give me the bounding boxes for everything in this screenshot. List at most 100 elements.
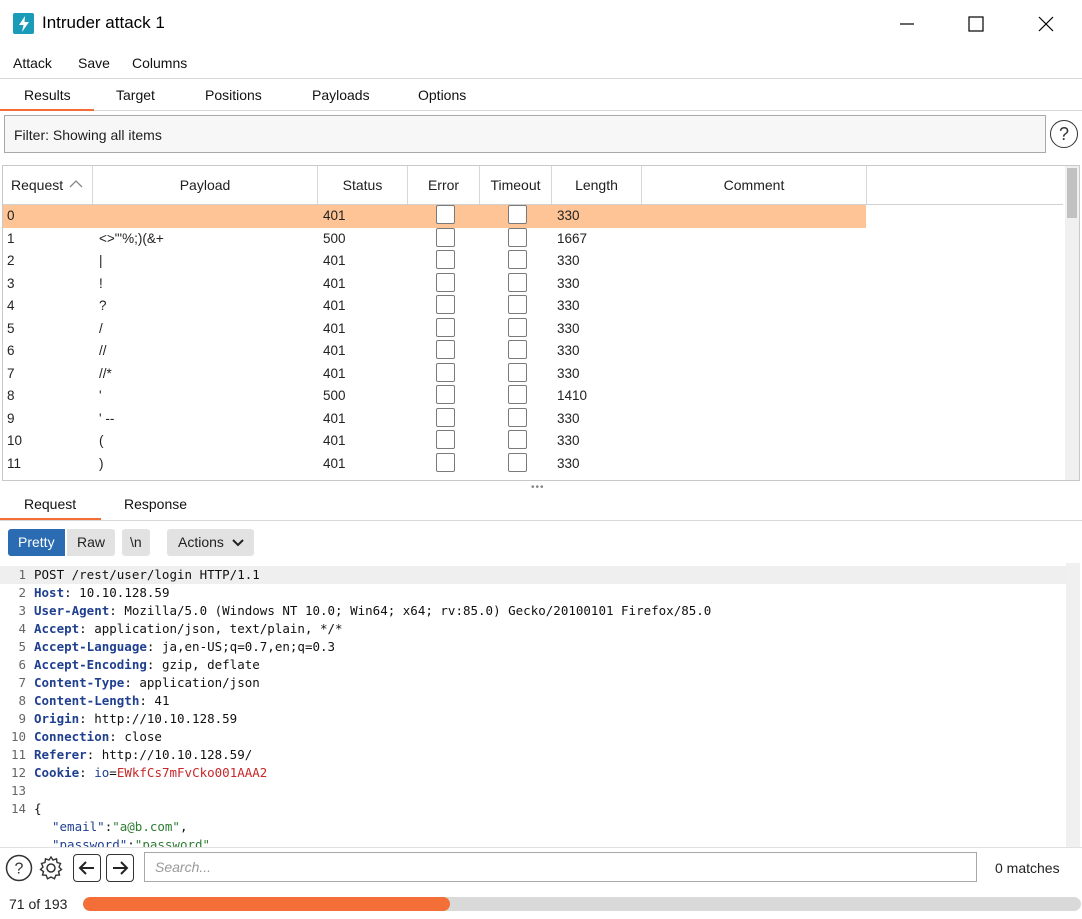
column-header-payload[interactable]: Payload xyxy=(93,166,318,204)
tab-response[interactable]: Response xyxy=(124,496,187,512)
column-header-length[interactable]: Length xyxy=(552,166,642,204)
column-header-request[interactable]: Request xyxy=(3,166,93,204)
tab-payloads[interactable]: Payloads xyxy=(312,87,370,103)
header-line: Content-Type: application/json xyxy=(34,675,260,690)
cell-payload: | xyxy=(99,253,103,268)
table-header: Request Payload Status Error Timeout Len… xyxy=(3,166,1063,205)
menu-columns[interactable]: Columns xyxy=(132,55,187,71)
header-line: Origin: http://10.10.128.59 xyxy=(34,711,238,726)
column-header-comment[interactable]: Comment xyxy=(642,166,867,204)
cell-length: 1667 xyxy=(557,230,588,246)
minimize-button[interactable] xyxy=(884,0,930,48)
table-scrollbar-thumb[interactable] xyxy=(1067,168,1077,218)
column-header-error[interactable]: Error xyxy=(408,166,480,204)
table-row[interactable]: 5 / 401 330 xyxy=(3,317,866,341)
table-row[interactable]: 11) 401 330 xyxy=(3,452,866,476)
table-scrollbar[interactable] xyxy=(1065,166,1079,480)
gear-icon[interactable] xyxy=(37,854,65,882)
attack-tabs: Results Target Positions Payloads Option… xyxy=(0,78,1082,111)
pretty-button[interactable]: Pretty xyxy=(8,529,65,556)
actions-label: Actions xyxy=(178,534,224,550)
editor-toolbar: Pretty Raw \n Actions xyxy=(0,521,1082,563)
table-row[interactable]: 9 ' -- 401 330 xyxy=(3,407,866,431)
next-match-button[interactable] xyxy=(106,854,134,882)
request-editor[interactable]: 1 POST /rest/user/login HTTP/1.1 2 Host: … xyxy=(0,563,1082,847)
column-header-timeout[interactable]: Timeout xyxy=(480,166,552,204)
editor-line: 11 Referer: http://10.10.128.59/ xyxy=(10,747,253,762)
header-name: Content-Type xyxy=(34,675,125,690)
search-input-box[interactable] xyxy=(144,852,977,882)
cell-status: 401 xyxy=(323,365,346,381)
column-header-status[interactable]: Status xyxy=(318,166,408,204)
raw-button[interactable]: Raw xyxy=(67,529,116,556)
editor-line: 12 Cookie: io=EWkfCs7mFvCko001AAA2 xyxy=(10,765,268,780)
editor-line: 1 POST /rest/user/login HTTP/1.1 xyxy=(0,566,1070,584)
editor-line: 4 Accept: application/json, text/plain, *… xyxy=(18,621,343,636)
table-row[interactable]: 8 ' 500 1410 xyxy=(3,385,866,408)
progress-text: 71 of 193 xyxy=(9,896,68,912)
checkbox-error xyxy=(436,272,455,292)
cell-request: 1 xyxy=(7,230,15,246)
editor-line: 2 Host: 10.10.128.59 xyxy=(18,585,170,600)
menu-bar: Attack Save Columns xyxy=(0,48,1082,78)
cell-request: 11 xyxy=(7,455,22,471)
search-input[interactable] xyxy=(145,853,976,881)
editor-scrollbar[interactable] xyxy=(1066,563,1080,847)
header-value: close xyxy=(124,729,162,744)
help-icon[interactable]: ? xyxy=(1050,120,1078,148)
cell-payload: ' -- xyxy=(99,410,115,426)
tab-request[interactable]: Request xyxy=(24,496,76,512)
cell-status: 401 xyxy=(323,455,346,471)
tab-positions[interactable]: Positions xyxy=(205,87,262,103)
table-row[interactable]: 2 | 401 330 xyxy=(3,250,866,273)
editor-line: 10 Connection: close xyxy=(10,729,162,744)
help-icon[interactable]: ? xyxy=(5,854,33,882)
checkbox-timeout xyxy=(508,227,527,247)
cell-length: 1410 xyxy=(557,388,588,403)
cell-status: 401 xyxy=(323,208,346,223)
arrow-right-icon xyxy=(113,861,129,875)
header-line: Content-Length: 41 xyxy=(34,693,170,708)
header-line: User-Agent: Mozilla/5.0 (Windows NT 10.0… xyxy=(34,603,712,618)
editor-line: 3 User-Agent: Mozilla/5.0 (Windows NT 10.… xyxy=(18,603,712,618)
editor-line: 13 xyxy=(10,783,26,798)
editor-line: 5 Accept-Language: ja,en-US;q=0.7,en;q=0.… xyxy=(18,639,336,654)
menu-save[interactable]: Save xyxy=(78,55,110,71)
tab-results[interactable]: Results xyxy=(24,87,71,103)
header-name: Accept xyxy=(34,621,80,636)
menu-attack[interactable]: Attack xyxy=(13,55,52,71)
maximize-button[interactable] xyxy=(953,0,999,48)
editor-line: "password":"password" xyxy=(52,837,211,847)
editor-line: 8 Content-Length: 41 xyxy=(18,693,170,708)
newline-toggle-button[interactable]: \n xyxy=(122,529,150,556)
cell-payload: <>"'%;)(&+ xyxy=(99,230,164,246)
table-row[interactable]: 10 (401 330 xyxy=(3,430,866,453)
table-row[interactable]: 0 401 330 xyxy=(3,205,866,228)
filter-bar[interactable]: Filter: Showing all items xyxy=(4,115,1046,153)
cell-payload: ) xyxy=(99,455,104,471)
table-row[interactable]: 6 // 401 330 xyxy=(3,340,866,363)
actions-button[interactable]: Actions xyxy=(167,529,254,556)
table-row[interactable]: 3! 401 330 xyxy=(3,272,866,296)
checkbox-error xyxy=(436,250,455,269)
cell-status: 401 xyxy=(323,410,346,426)
cell-length: 330 xyxy=(557,410,580,426)
checkbox-error xyxy=(436,205,455,224)
cell-length: 330 xyxy=(557,298,580,313)
header-value: application/json xyxy=(139,675,260,690)
header-name: Accept-Language xyxy=(34,639,147,654)
close-button[interactable] xyxy=(1023,0,1069,48)
cell-length: 330 xyxy=(557,320,580,336)
previous-match-button[interactable] xyxy=(73,854,101,882)
cell-payload: / xyxy=(99,320,103,336)
table-row[interactable]: 7 //* 401 330 xyxy=(3,362,866,386)
table-row[interactable]: 1 <>"'%;)(&+ 500 1667 xyxy=(3,227,866,251)
tab-target[interactable]: Target xyxy=(116,87,155,103)
cell-payload: //* xyxy=(99,365,112,381)
cell-length: 330 xyxy=(557,208,580,223)
table-row[interactable]: 4? 401 330 xyxy=(3,295,866,318)
tab-options[interactable]: Options xyxy=(418,87,466,103)
header-line: Accept-Language: ja,en-US;q=0.7,en;q=0.3 xyxy=(34,639,336,654)
checkbox-error xyxy=(436,362,455,382)
cell-payload: ? xyxy=(99,298,107,313)
